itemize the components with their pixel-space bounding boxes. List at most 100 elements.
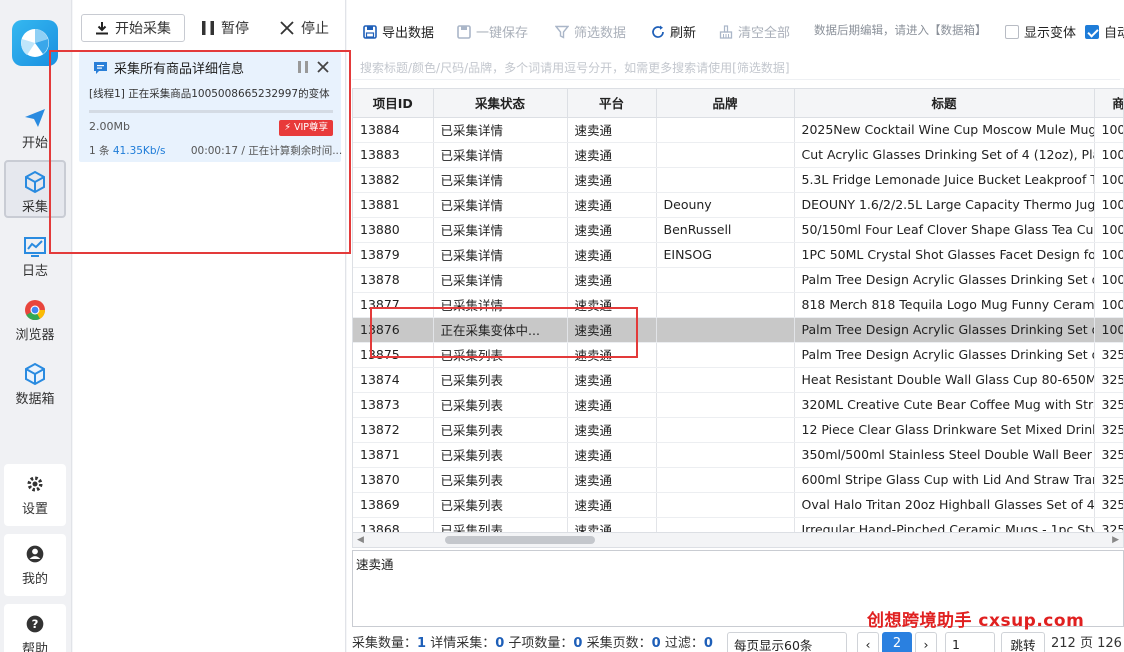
table-row[interactable]: 13875 已采集列表 速卖通 Palm Tree Design Acrylic Gl… [353,342,1123,368]
horizontal-scrollbar[interactable]: ◀ ▶ [352,533,1124,548]
per-page-label: 每页显示60条 [734,637,813,652]
per-page-select[interactable]: 每页显示60条 [727,632,847,652]
cell-brand [656,492,795,518]
table-header-row: 项目ID 采集状态 平台 品牌 标题 商 [353,89,1123,118]
nav-label: 浏览器 [15,328,55,343]
filter-data-button[interactable]: 筛选数据 [555,22,626,41]
search-input[interactable]: 搜索标题/颜色/尺码/品牌，多个词请用逗号分开，如需更多搜索请使用[筛选数据] [352,54,1120,80]
prev-page-button[interactable]: ‹ [857,632,879,652]
table-row[interactable]: 13869 已采集列表 速卖通 Oval Halo Tritan 20oz Highb… [353,492,1123,518]
table-row[interactable]: 13880 已采集详情 速卖通 BenRussell 50/150ml Four Lea… [353,217,1123,243]
vip-badge: ⚡ VIP尊享 [279,120,333,136]
scroll-left-icon[interactable]: ◀ [357,535,364,545]
task-close-icon[interactable] [317,60,329,74]
clear-all-button[interactable]: 清空全部 [719,22,790,41]
start-collect-label: 开始采集 [115,21,171,37]
table-row[interactable]: 13877 已采集详情 速卖通 818 Merch 818 Tequila Logo … [353,292,1123,318]
table-row[interactable]: 13873 已采集列表 速卖通 320ML Creative Cute Bear Co… [353,392,1123,418]
cell-status: 已采集详情 [433,217,568,243]
col-header-more[interactable]: 商 [1094,89,1123,118]
cell-platform: 速卖通 [567,467,657,493]
main-toolbar: 导出数据 一键保存 筛选数据 刷新 清空全部 数据后期编辑，请进入【数据箱】 显… [347,14,1124,50]
chart-icon [24,237,46,257]
cell-platform: 速卖通 [567,142,657,168]
nav-label: 日志 [21,264,48,279]
jump-button[interactable]: 跳转 [1001,632,1045,652]
nav-browser[interactable]: 浏览器 [4,290,66,348]
jump-page-input[interactable]: 1 [945,632,995,652]
cell-brand [656,292,795,318]
save-disk-icon [363,24,377,39]
next-page-button[interactable]: › [915,632,937,652]
nav-settings[interactable]: 设置 [4,464,66,526]
table-row[interactable]: 13874 已采集列表 速卖通 Heat Resistant Double Wall … [353,367,1123,393]
table-body: 13884 已采集详情 速卖通 2025New Cocktail Wine Cup M… [353,117,1123,532]
cell-title: Palm Tree Design Acrylic Glasses Drinkin… [794,342,1095,368]
task-card[interactable]: 采集所有商品详细信息 [线程1] 正在采集商品1005008665232997的… [79,52,342,162]
start-collect-button[interactable]: 开始采集 [81,14,185,42]
cell-status: 已采集列表 [433,367,568,393]
cell-brand [656,142,795,168]
table-row[interactable]: 13879 已采集详情 速卖通 EINSOG 1PC 50ML Crystal Shot… [353,242,1123,268]
nav-databox[interactable]: 数据箱 [4,354,66,412]
cell-title: 2025New Cocktail Wine Cup Moscow Mule Mu… [794,117,1095,143]
cell-brand: BenRussell [656,217,795,243]
table-row[interactable]: 13876 正在采集变体中... 速卖通 Palm Tree Design Acryl… [353,317,1123,343]
scroll-right-icon[interactable]: ▶ [1112,535,1119,545]
table-row[interactable]: 13883 已采集详情 速卖通 Cut Acrylic Glasses Drinkin… [353,142,1123,168]
cell-title: 50/150ml Four Leaf Clover Shape Glass Te… [794,217,1095,243]
cell-brand [656,517,795,532]
export-data-button[interactable]: 导出数据 [363,22,434,41]
table-row[interactable]: 13870 已采集列表 速卖通 600ml Stripe Glass Cup with… [353,467,1123,493]
cell-status: 已采集详情 [433,192,568,218]
show-variants-checkbox[interactable] [1005,24,1019,39]
col-header-platform[interactable]: 平台 [567,89,657,118]
status-count-label: 采集数量： [352,636,418,651]
stop-button[interactable]: 停止 [279,14,329,42]
cell-status: 已采集列表 [433,517,568,532]
auto-toggle[interactable]: 自动 [1085,22,1124,41]
cell-id: 13882 [353,167,434,193]
task-progress-bar [89,110,333,113]
nav-help[interactable]: ? 帮助 [4,604,66,652]
cell-brand [656,367,795,393]
cell-platform: 速卖通 [567,192,657,218]
cell-id: 13875 [353,342,434,368]
nav-profile[interactable]: 我的 [4,534,66,596]
cell-id: 13870 [353,467,434,493]
nav-label: 帮助 [21,642,48,652]
refresh-button[interactable]: 刷新 [651,22,696,41]
table-row[interactable]: 13868 已采集列表 速卖通 Irregular Hand-Pinched Cera… [353,517,1123,532]
col-header-id[interactable]: 项目ID [353,89,434,118]
cell-status: 正在采集变体中... [433,317,568,343]
task-pause-icon[interactable] [297,60,309,74]
current-page[interactable]: 2 [882,632,912,652]
show-variants-toggle[interactable]: 显示变体 [1005,22,1076,41]
table-row[interactable]: 13882 已采集详情 速卖通 5.3L Fridge Lemonade Juice … [353,167,1123,193]
cell-more: 325 [1094,417,1123,443]
pause-button[interactable]: 暂停 [201,14,249,42]
col-header-title[interactable]: 标题 [794,89,1095,118]
cell-title: DEOUNY 1.6/2/2.5L Large Capacity Thermo … [794,192,1095,218]
cell-brand [656,342,795,368]
col-header-status[interactable]: 采集状态 [433,89,568,118]
table-row[interactable]: 13871 已采集列表 速卖通 350ml/500ml Stainless Steel… [353,442,1123,468]
show-variants-label: 显示变体 [1024,26,1077,41]
nav-log[interactable]: 日志 [4,226,66,284]
cell-platform: 速卖通 [567,117,657,143]
cell-brand: EINSOG [656,242,795,268]
nav-start[interactable]: 开始 [4,98,66,156]
one-click-save-button[interactable]: 一键保存 [457,22,528,41]
nav-collect[interactable]: 采集 [4,160,66,218]
task-stats: 1 条 41.35Kb/s 00:00:17 / 正在计算剩余时间... [89,143,342,158]
pie-logo-icon [21,29,49,57]
scrollbar-thumb[interactable] [445,536,595,544]
table-row[interactable]: 13878 已采集详情 速卖通 Palm Tree Design Acrylic Gl… [353,267,1123,293]
table-row[interactable]: 13872 已采集列表 速卖通 12 Piece Clear Glass Drinkw… [353,417,1123,443]
auto-checkbox[interactable] [1085,24,1099,39]
col-header-brand[interactable]: 品牌 [656,89,795,118]
table-row[interactable]: 13881 已采集详情 速卖通 Deouny DEOUNY 1.6/2/2.5L Lar… [353,192,1123,218]
table-row[interactable]: 13884 已采集详情 速卖通 2025New Cocktail Wine Cup M… [353,117,1123,143]
cell-title: 12 Piece Clear Glass Drinkware Set Mixed… [794,417,1095,443]
cell-title: 320ML Creative Cute Bear Coffee Mug with… [794,392,1095,418]
